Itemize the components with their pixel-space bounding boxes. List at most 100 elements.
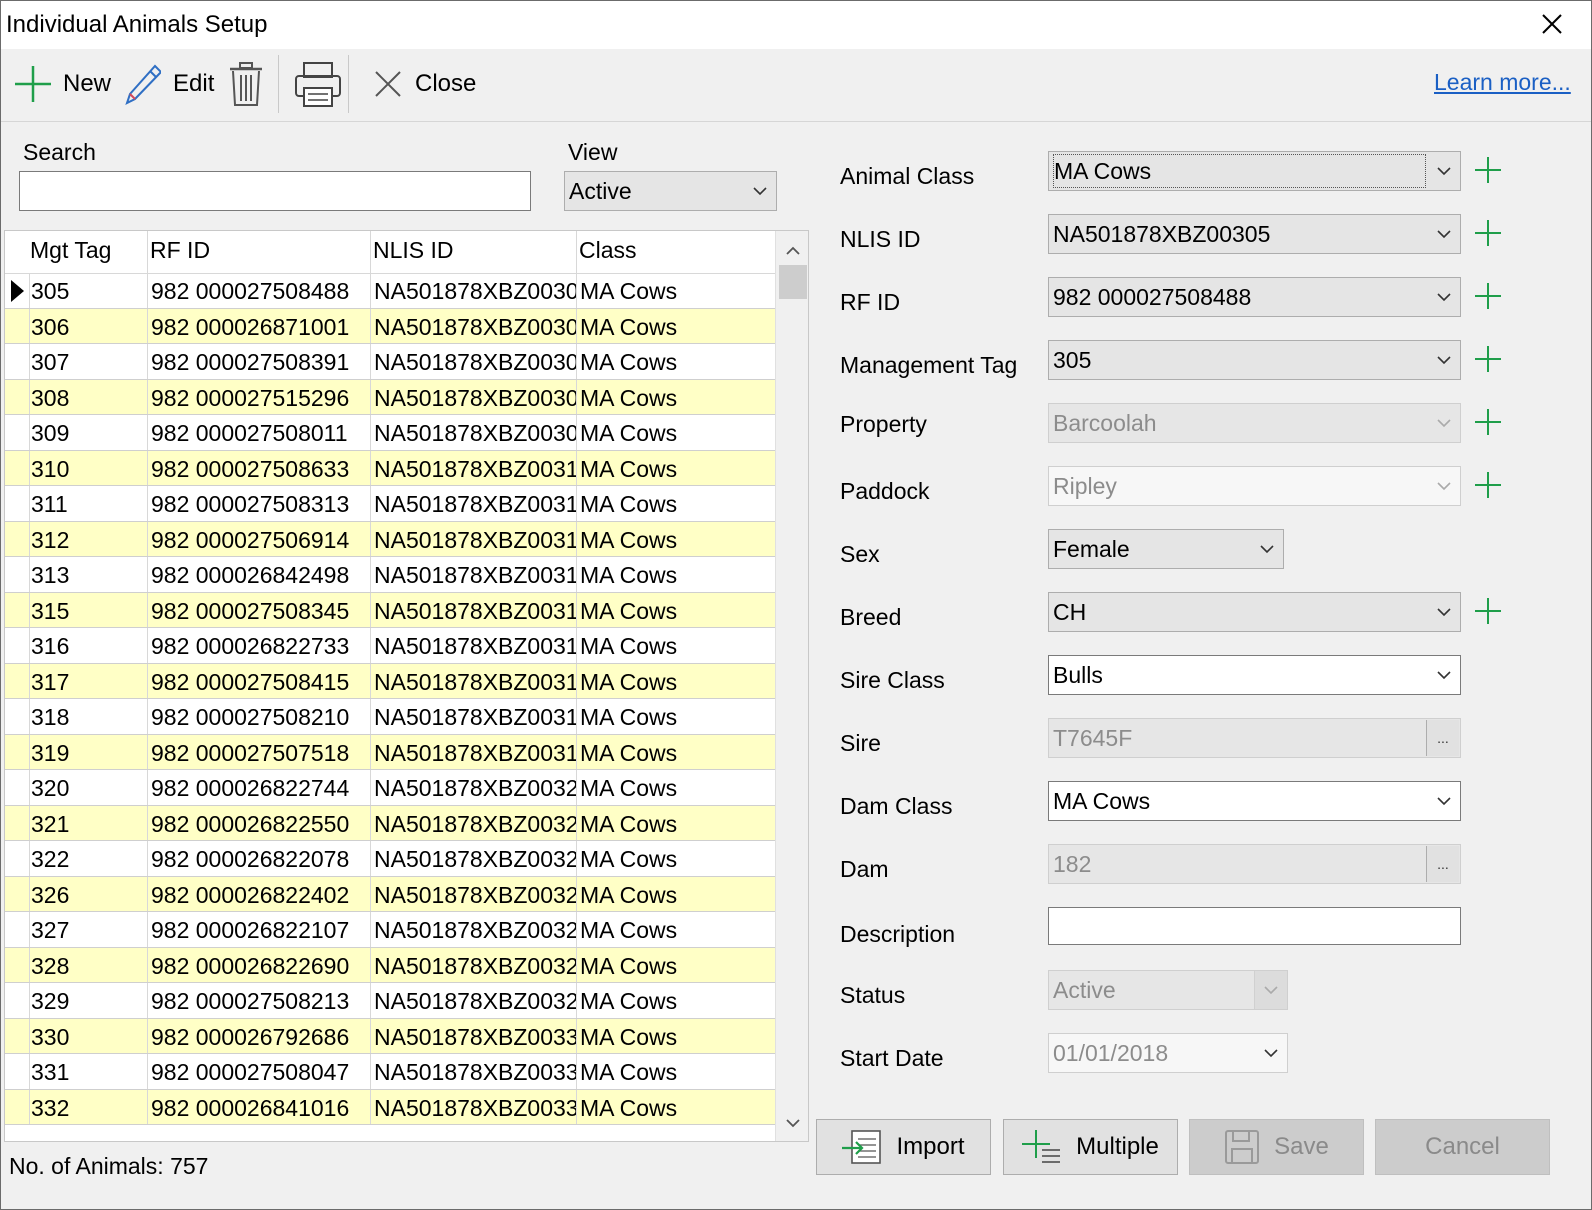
close-x-icon xyxy=(1542,14,1562,34)
title-bar: Individual Animals Setup xyxy=(1,1,1591,49)
print-button[interactable] xyxy=(294,59,342,109)
start-date-picker[interactable]: 01/01/2018 xyxy=(1048,1033,1288,1073)
table-row[interactable]: 313 982 000026842498 NA501878XBZ0031 MA Cow… xyxy=(5,557,775,593)
add-paddock-plus-icon[interactable] xyxy=(1473,470,1503,500)
add-property-plus-icon[interactable] xyxy=(1473,407,1503,437)
multiple-button[interactable]: Multiple xyxy=(1003,1119,1178,1175)
paddock-select[interactable]: Ripley xyxy=(1048,466,1461,506)
chevron-down-icon xyxy=(1428,341,1460,379)
table-row[interactable]: 322 982 000026822078 NA501878XBZ0032 MA Cow… xyxy=(5,841,775,877)
table-cell-rfid: 982 000027506914 xyxy=(151,526,350,553)
save-button[interactable]: Save xyxy=(1189,1119,1364,1175)
animals-grid[interactable]: Mgt Tag RF ID NLIS ID Class 305 982 00002… xyxy=(4,230,809,1142)
rf-id-select[interactable]: 982 000027508488 xyxy=(1048,277,1461,317)
scroll-up-icon[interactable] xyxy=(776,235,809,265)
table-cell-cls: MA Cows xyxy=(580,384,678,411)
table-cell-cls: MA Cows xyxy=(580,739,678,766)
table-row[interactable]: 307 982 000027508391 NA501878XBZ0030 MA Cow… xyxy=(5,344,775,380)
add-rf-id-plus-icon[interactable] xyxy=(1473,281,1503,311)
close-button[interactable]: Close xyxy=(373,59,476,109)
chevron-down-icon xyxy=(1254,971,1287,1009)
cancel-button[interactable]: Cancel xyxy=(1375,1119,1550,1175)
sex-value: Female xyxy=(1053,535,1130,562)
view-label: View xyxy=(568,139,618,165)
table-cell-nlis: NA501878XBZ0031 xyxy=(374,739,576,766)
management-tag-value: 305 xyxy=(1053,346,1092,373)
table-row[interactable]: 329 982 000027508213 NA501878XBZ0032 MA Cow… xyxy=(5,983,775,1019)
table-cell-nlis: NA501878XBZ0033 xyxy=(374,1059,576,1085)
column-header-nlis-id[interactable]: NLIS ID xyxy=(373,237,454,264)
cancel-label: Cancel xyxy=(1425,1133,1500,1160)
nlis-id-value: NA501878XBZ00305 xyxy=(1053,220,1271,247)
scroll-thumb[interactable] xyxy=(779,265,807,299)
table-row[interactable]: 317 982 000027508415 NA501878XBZ0031 MA Cow… xyxy=(5,663,775,699)
add-management-tag-plus-icon[interactable] xyxy=(1473,344,1503,374)
table-cell-rfid: 982 000026822690 xyxy=(151,952,350,979)
table-cell-rfid: 982 000027508011 xyxy=(151,420,348,446)
sire-browse-button[interactable]: ... xyxy=(1426,720,1459,756)
table-row[interactable]: 327 982 000026822107 NA501878XBZ0032 MA Cow… xyxy=(5,912,775,948)
animal-count-status: No. of Animals: 757 xyxy=(9,1153,209,1179)
table-row[interactable]: 316 982 000026822733 NA501878XBZ0031 MA Cow… xyxy=(5,628,775,664)
column-header-class[interactable]: Class xyxy=(579,237,637,264)
add-breed-plus-icon[interactable] xyxy=(1473,596,1503,626)
sire-class-select[interactable]: Bulls xyxy=(1048,655,1461,695)
view-select[interactable]: Active xyxy=(564,171,777,211)
table-row[interactable]: 305 982 000027508488 NA501878XBZ0030 MA Cow… xyxy=(5,273,775,309)
chevron-down-icon xyxy=(1428,404,1460,442)
column-header-rf-id[interactable]: RF ID xyxy=(150,237,210,264)
add-animal-class-plus-icon[interactable] xyxy=(1473,155,1503,185)
sex-select[interactable]: Female xyxy=(1048,529,1284,569)
description-input[interactable] xyxy=(1048,907,1461,945)
dam-class-select[interactable]: MA Cows xyxy=(1048,781,1461,821)
search-label: Search xyxy=(23,139,96,165)
search-input[interactable] xyxy=(19,171,531,211)
grid-header: Mgt Tag RF ID NLIS ID Class xyxy=(5,231,775,274)
dam-browse-button[interactable]: ... xyxy=(1426,846,1459,882)
column-header-mgt-tag[interactable]: Mgt Tag xyxy=(30,237,111,264)
scroll-down-icon[interactable] xyxy=(776,1109,809,1139)
table-row[interactable]: 318 982 000027508210 NA501878XBZ0031 MA Cow… xyxy=(5,699,775,735)
management-tag-select[interactable]: 305 xyxy=(1048,340,1461,380)
table-row[interactable]: 315 982 000027508345 NA501878XBZ0031 MA Cow… xyxy=(5,592,775,628)
table-cell-cls: MA Cows xyxy=(580,775,678,801)
grid-vertical-scrollbar[interactable] xyxy=(775,231,809,1141)
table-cell-tag: 331 xyxy=(31,1059,70,1085)
add-nlis-id-plus-icon[interactable] xyxy=(1473,218,1503,248)
table-row[interactable]: 321 982 000026822550 NA501878XBZ0032 MA Cow… xyxy=(5,805,775,841)
edit-button[interactable]: Edit xyxy=(125,59,214,109)
table-row[interactable]: 308 982 000027515296 NA501878XBZ0030 MA Cow… xyxy=(5,379,775,415)
table-cell-tag: 327 xyxy=(31,917,70,943)
table-row[interactable]: 326 982 000026822402 NA501878XBZ0032 MA Cow… xyxy=(5,876,775,912)
table-row[interactable]: 328 982 000026822690 NA501878XBZ0032 MA Cow… xyxy=(5,947,775,983)
new-button[interactable]: New xyxy=(15,59,111,109)
table-row[interactable]: 306 982 000026871001 NA501878XBZ0030 MA Cow… xyxy=(5,308,775,344)
delete-button[interactable] xyxy=(227,59,265,109)
table-row[interactable]: 310 982 000027508633 NA501878XBZ0031 MA Cow… xyxy=(5,450,775,486)
breed-select[interactable]: CH xyxy=(1048,592,1461,632)
table-cell-tag: 316 xyxy=(31,633,70,659)
table-row[interactable]: 312 982 000027506914 NA501878XBZ0031 MA Cow… xyxy=(5,521,775,557)
table-row[interactable]: 319 982 000027507518 NA501878XBZ0031 MA Cow… xyxy=(5,734,775,770)
table-cell-rfid: 982 000026822107 xyxy=(151,917,350,943)
table-row[interactable]: 331 982 000027508047 NA501878XBZ0033 MA Cow… xyxy=(5,1054,775,1090)
table-row[interactable]: 311 982 000027508313 NA501878XBZ0031 MA Cow… xyxy=(5,486,775,522)
chevron-down-icon xyxy=(1428,215,1460,253)
animal-class-select[interactable]: MA Cows xyxy=(1048,151,1461,191)
nlis-id-select[interactable]: NA501878XBZ00305 xyxy=(1048,214,1461,254)
table-row[interactable]: 330 982 000026792686 NA501878XBZ0033 MA Cow… xyxy=(5,1018,775,1054)
window-close-button[interactable] xyxy=(1531,7,1571,43)
table-row[interactable]: 320 982 000026822744 NA501878XBZ0032 MA Cow… xyxy=(5,770,775,806)
table-cell-cls: MA Cows xyxy=(580,917,678,943)
table-cell-tag: 319 xyxy=(31,739,70,766)
table-cell-rfid: 982 000026792686 xyxy=(151,1023,350,1050)
chevron-down-icon xyxy=(1428,782,1460,820)
table-row[interactable]: 309 982 000027508011 NA501878XBZ0030 MA Cow… xyxy=(5,415,775,451)
table-cell-rfid: 982 000027515296 xyxy=(151,384,350,411)
chevron-down-icon xyxy=(1428,656,1460,694)
learn-more-link[interactable]: Learn more... xyxy=(1434,69,1571,96)
import-button[interactable]: Import xyxy=(816,1119,991,1175)
start-date-label: Start Date xyxy=(840,1045,944,1071)
table-cell-tag: 320 xyxy=(31,775,70,801)
table-row[interactable]: 332 982 000026841016 NA501878XBZ0033 MA Cow… xyxy=(5,1089,775,1125)
